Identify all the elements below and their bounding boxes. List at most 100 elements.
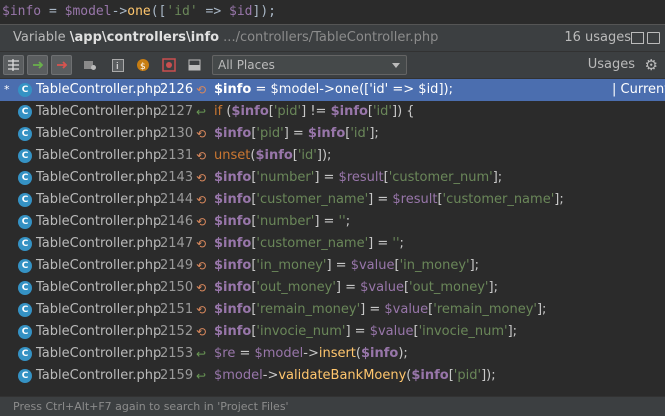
filter-icon[interactable] bbox=[79, 55, 100, 75]
write-access-icon: ⟲ bbox=[196, 149, 207, 163]
class-icon: C bbox=[18, 237, 32, 251]
class-icon: C bbox=[18, 149, 32, 163]
usage-file: TableController.php bbox=[36, 258, 162, 273]
code-token: $id bbox=[229, 4, 253, 19]
usage-line-number: 2126 bbox=[160, 82, 194, 97]
usage-code: $info['customer_name'] = $result['custom… bbox=[214, 192, 564, 207]
usages-label: Usages bbox=[587, 57, 635, 72]
class-icon: C bbox=[18, 259, 32, 273]
write-access-icon: ⟲ bbox=[196, 215, 207, 229]
usage-line-number: 2151 bbox=[160, 302, 194, 317]
usage-row[interactable]: C TableController.php 2150 ⟲ $info['out_mone… bbox=[0, 277, 665, 299]
class-icon: C bbox=[18, 105, 32, 119]
usage-code: if ($info['pid'] != $info['id']) { bbox=[214, 104, 415, 119]
usage-line-number: 2143 bbox=[160, 170, 194, 185]
usage-code: $info['in_money'] = $value['in_money']; bbox=[214, 258, 480, 273]
code-token: 'id' bbox=[166, 4, 198, 19]
usage-file: TableController.php bbox=[36, 126, 162, 141]
class-icon: C bbox=[18, 347, 32, 361]
usage-row[interactable]: C TableController.php 2149 ⟲ $info['in_money… bbox=[0, 255, 665, 277]
class-icon: C bbox=[18, 215, 32, 229]
current-label: | Current bbox=[612, 82, 665, 97]
class-icon: C bbox=[18, 369, 32, 383]
usage-code: $info['pid'] = $info['id']; bbox=[214, 126, 379, 141]
class-icon: C bbox=[18, 127, 32, 141]
usage-code: $info['invocie_num'] = $value['invocie_n… bbox=[214, 324, 518, 339]
usage-file: TableController.php bbox=[36, 302, 162, 317]
header-file-path: .../controllers/TableController.php bbox=[219, 30, 439, 45]
status-hint: Press Ctrl+Alt+F7 again to search in 'Pr… bbox=[0, 396, 665, 416]
exclude-icon[interactable] bbox=[51, 55, 72, 75]
usage-code: unset($info['id']); bbox=[214, 148, 332, 163]
usage-line-number: 2131 bbox=[160, 148, 194, 163]
usage-row[interactable]: C TableController.php 2131 ⟲ unset($info['id… bbox=[0, 145, 665, 167]
usage-row[interactable]: C TableController.php 2147 ⟲ $info['customer… bbox=[0, 233, 665, 255]
usage-code: $info['number'] = $result['customer_num'… bbox=[214, 170, 503, 185]
header-variable-name: \app\controllers\info bbox=[69, 30, 220, 45]
usage-row[interactable]: C TableController.php 2153 ↩ $re = $model->i… bbox=[0, 343, 665, 365]
php-icon[interactable]: $ bbox=[132, 55, 153, 75]
usage-line-number: 2152 bbox=[160, 324, 194, 339]
write-access-icon: ⟲ bbox=[196, 237, 207, 251]
previous-icon[interactable] bbox=[631, 32, 644, 44]
usage-row[interactable]: * C TableController.php 2126 ⟲ $info = $model… bbox=[0, 79, 665, 101]
navigate-icon[interactable] bbox=[27, 55, 48, 75]
read-access-icon: ↩ bbox=[196, 347, 207, 361]
usage-row[interactable]: C TableController.php 2152 ⟲ $info['invocie_… bbox=[0, 321, 665, 343]
code-token: ]); bbox=[252, 4, 276, 19]
usage-code: $info['out_money'] = $value['out_money']… bbox=[214, 280, 498, 295]
class-icon: C bbox=[18, 171, 32, 185]
usage-file: TableController.php bbox=[36, 236, 162, 251]
usage-row[interactable]: C TableController.php 2151 ⟲ $info['remain_m… bbox=[0, 299, 665, 321]
usage-file: TableController.php bbox=[36, 324, 162, 339]
class-icon: C bbox=[18, 325, 32, 339]
class-icon: C bbox=[18, 303, 32, 317]
scope-select[interactable]: All Places bbox=[212, 55, 407, 75]
usage-row[interactable]: C TableController.php 2130 ⟲ $info['pid'] = … bbox=[0, 123, 665, 145]
usage-code: $re = $model->insert($info); bbox=[214, 346, 408, 361]
usage-file: TableController.php bbox=[36, 104, 162, 119]
usage-line-number: 2146 bbox=[160, 214, 194, 229]
usage-row[interactable]: C TableController.php 2159 ↩ $model->validat… bbox=[0, 365, 665, 387]
usage-code: $info['remain_money'] = $value['remain_m… bbox=[214, 302, 547, 317]
write-access-icon: ⟲ bbox=[196, 193, 207, 207]
gear-icon[interactable]: ⚙ bbox=[645, 57, 658, 73]
usage-row[interactable]: C TableController.php 2144 ⟲ $info['customer… bbox=[0, 189, 665, 211]
record-icon[interactable] bbox=[158, 55, 179, 75]
info-icon[interactable]: i bbox=[107, 55, 128, 75]
write-access-icon: ⟲ bbox=[196, 83, 207, 97]
usage-code: $info = $model->one(['id' => $id]); bbox=[214, 82, 453, 97]
code-token: = bbox=[41, 4, 65, 19]
usage-line-number: 2149 bbox=[160, 258, 194, 273]
editor-code-line: $info = $model->one(['id' => $id]); bbox=[0, 0, 665, 24]
usage-file: TableController.php bbox=[36, 170, 162, 185]
pin-icon[interactable] bbox=[647, 32, 660, 44]
write-access-icon: ⟲ bbox=[196, 303, 207, 317]
read-access-icon: ↩ bbox=[196, 105, 207, 119]
usages-popup-header: Variable \app\controllers\info .../contr… bbox=[0, 24, 665, 52]
usage-line-number: 2150 bbox=[160, 280, 194, 295]
preview-icon[interactable] bbox=[184, 55, 205, 75]
usage-file: TableController.php bbox=[36, 148, 162, 163]
write-access-icon: ⟲ bbox=[196, 127, 207, 141]
usage-row[interactable]: C TableController.php 2127 ↩ if ($info['pid'… bbox=[0, 101, 665, 123]
usage-count: 16 usages bbox=[564, 30, 631, 45]
usage-line-number: 2127 bbox=[160, 104, 194, 119]
usage-file: TableController.php bbox=[36, 192, 162, 207]
class-icon: C bbox=[18, 281, 32, 295]
usage-file: TableController.php bbox=[36, 280, 162, 295]
usage-line-number: 2153 bbox=[160, 346, 194, 361]
code-token: => bbox=[197, 4, 230, 19]
usage-line-number: 2144 bbox=[160, 192, 194, 207]
code-token: -> bbox=[111, 4, 128, 19]
write-access-icon: ⟲ bbox=[196, 325, 207, 339]
usage-file: TableController.php bbox=[36, 214, 162, 229]
usage-file: TableController.php bbox=[36, 346, 162, 361]
merge-icon[interactable] bbox=[3, 55, 24, 75]
usage-row[interactable]: C TableController.php 2146 ⟲ $info['number']… bbox=[0, 211, 665, 233]
current-marker: * bbox=[4, 83, 10, 96]
write-access-icon: ⟲ bbox=[196, 281, 207, 295]
usage-row[interactable]: C TableController.php 2143 ⟲ $info['number']… bbox=[0, 167, 665, 189]
usage-code: $model->validateBankMoeny($info['pid']); bbox=[214, 368, 496, 383]
scope-select-value: All Places bbox=[218, 58, 275, 72]
